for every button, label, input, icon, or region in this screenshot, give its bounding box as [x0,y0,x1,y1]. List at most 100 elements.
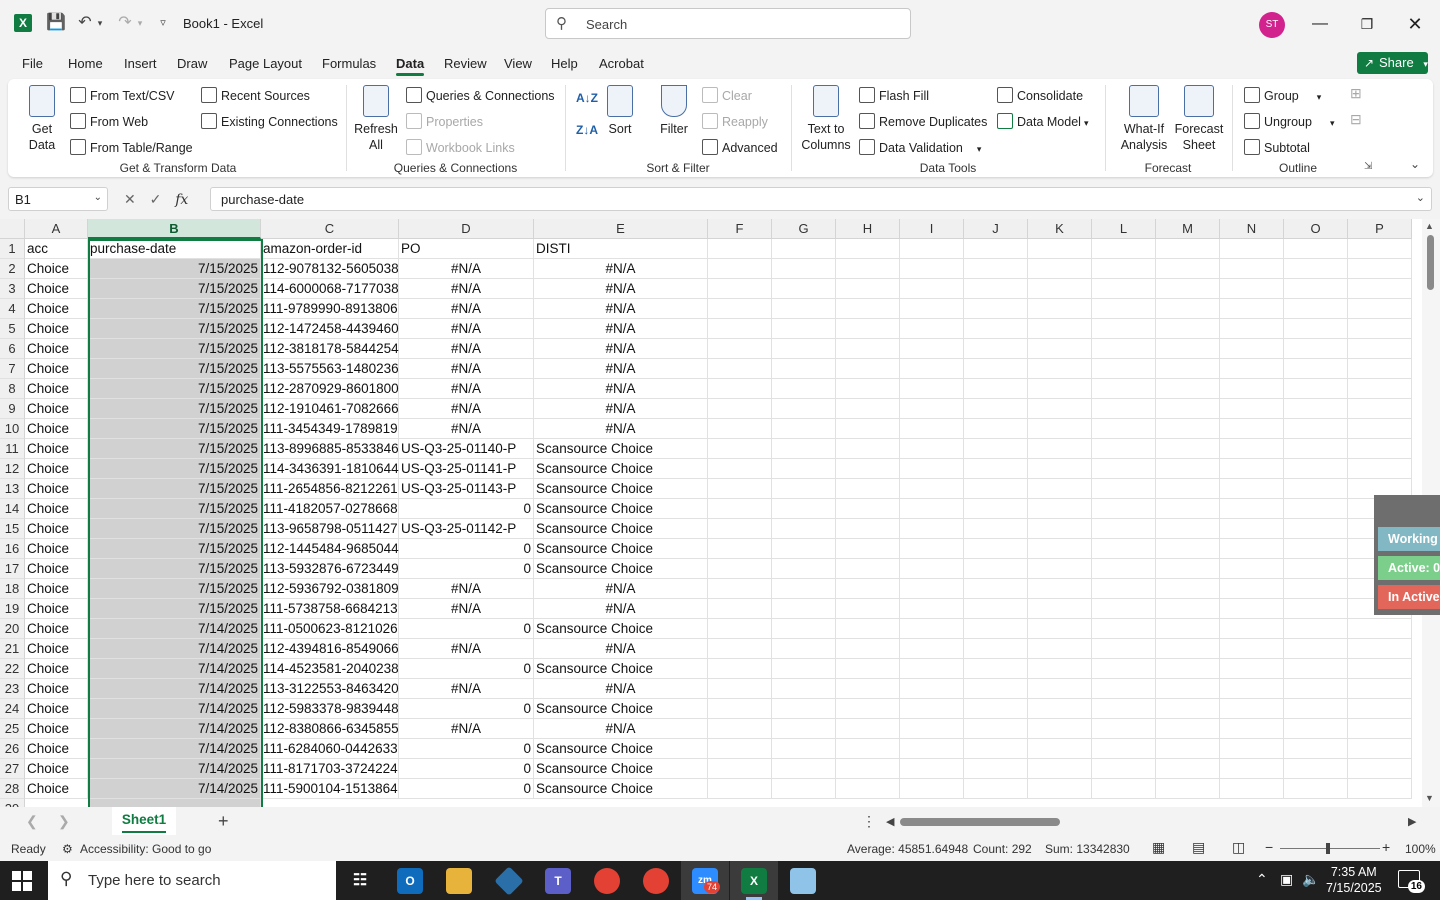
cell[interactable] [1092,359,1156,379]
cell[interactable] [1028,339,1092,359]
cell[interactable] [1284,319,1348,339]
cell[interactable] [772,259,836,279]
cell[interactable] [1156,259,1220,279]
cell[interactable] [1156,639,1220,659]
cell[interactable]: Choice [25,259,88,279]
cell[interactable] [1092,679,1156,699]
cell[interactable] [1092,399,1156,419]
cell[interactable] [836,339,900,359]
enter-icon[interactable]: ✓ [150,191,162,207]
reapply-button[interactable]: Reapply [702,113,768,129]
cell[interactable]: acc [25,239,88,259]
cell[interactable] [1156,659,1220,679]
from-text-csv-button[interactable]: From Text/CSV [70,87,175,103]
cell[interactable]: 7/15/2025 [88,259,261,279]
cell[interactable] [1028,479,1092,499]
cell[interactable]: Scansource Choice [534,439,708,459]
status-average[interactable]: Average: 45851.64948 [847,842,968,856]
cell[interactable]: #N/A [534,259,708,279]
cell[interactable] [1092,379,1156,399]
cell[interactable] [708,579,772,599]
network-icon[interactable]: ▣ [1280,871,1293,888]
refresh-all-button[interactable]: Refresh All [354,85,398,153]
cell[interactable] [1092,659,1156,679]
cell[interactable] [772,379,836,399]
row-header[interactable]: 20 [0,619,25,639]
cell[interactable] [1156,439,1220,459]
column-header-c[interactable]: C [261,219,399,239]
search-box[interactable]: ⚲ Search [545,8,911,39]
cell[interactable] [772,619,836,639]
cell[interactable]: 7/14/2025 [88,739,261,759]
cell[interactable] [708,439,772,459]
cell[interactable]: 112-9078132-5605038 [261,259,399,279]
tab-page-layout[interactable]: Page Layout [229,56,302,71]
cell[interactable] [1220,379,1284,399]
cell[interactable] [1092,459,1156,479]
close-button[interactable]: ✕ [1400,10,1430,38]
cell[interactable] [1028,259,1092,279]
cell[interactable]: 7/14/2025 [88,719,261,739]
cell[interactable]: #N/A [399,339,534,359]
cell[interactable] [900,379,964,399]
cell[interactable] [1028,319,1092,339]
cell[interactable]: #N/A [534,319,708,339]
cell[interactable] [1220,339,1284,359]
cell[interactable] [964,359,1028,379]
cell[interactable] [772,479,836,499]
cell[interactable]: #N/A [534,299,708,319]
cell[interactable] [772,539,836,559]
next-sheet-icon[interactable]: ❯ [58,813,70,830]
cell[interactable] [836,379,900,399]
cell[interactable]: Choice [25,499,88,519]
cell[interactable] [1284,439,1348,459]
cell[interactable]: 7/15/2025 [88,419,261,439]
cell[interactable] [1220,699,1284,719]
cell[interactable]: 111-5738758-6684213 [261,599,399,619]
cell[interactable]: DISTI [534,239,708,259]
cell[interactable] [1220,499,1284,519]
filter-button[interactable]: Filter [656,85,692,137]
cell[interactable] [772,679,836,699]
cell[interactable]: 112-1910461-7082666 [261,399,399,419]
cell[interactable] [1028,719,1092,739]
cell[interactable] [1284,739,1348,759]
cell[interactable] [1092,759,1156,779]
outline-settings-icon[interactable]: ⇲ [1364,161,1372,172]
cell[interactable] [1028,279,1092,299]
cell[interactable] [708,499,772,519]
cell[interactable] [1284,299,1348,319]
cell[interactable] [1220,559,1284,579]
cell[interactable] [964,519,1028,539]
cell[interactable] [1092,639,1156,659]
row-header[interactable]: 18 [0,579,25,599]
cell[interactable] [964,579,1028,599]
hide-detail-icon[interactable]: ⊟ [1350,111,1362,128]
cell[interactable] [708,259,772,279]
cell[interactable] [1028,379,1092,399]
cell[interactable]: 112-2870929-8601800 [261,379,399,399]
cell[interactable] [1348,259,1412,279]
cell[interactable]: US-Q3-25-01141-P [399,459,534,479]
cell[interactable]: 112-1472458-4439460 [261,319,399,339]
cell[interactable]: 111-2654856-8212261 [261,479,399,499]
column-header-d[interactable]: D [399,219,534,239]
cell[interactable] [1156,579,1220,599]
zoom-in-icon[interactable]: + [1382,839,1390,855]
cell[interactable] [1156,519,1220,539]
cell[interactable] [772,399,836,419]
cell[interactable] [772,299,836,319]
cell[interactable] [964,379,1028,399]
cell[interactable]: Choice [25,659,88,679]
scroll-up-icon[interactable]: ▲ [1425,221,1434,231]
column-header-h[interactable]: H [836,219,900,239]
outlook-icon[interactable]: O [397,868,423,894]
excel-taskbar-icon[interactable]: X [741,868,767,894]
row-header[interactable]: 13 [0,479,25,499]
cell[interactable]: 0 [399,779,534,799]
cell[interactable]: 114-6000068-7177038 [261,279,399,299]
cell[interactable] [1220,639,1284,659]
cell[interactable] [1284,619,1348,639]
cell[interactable]: Choice [25,779,88,799]
column-header-a[interactable]: A [25,219,88,239]
